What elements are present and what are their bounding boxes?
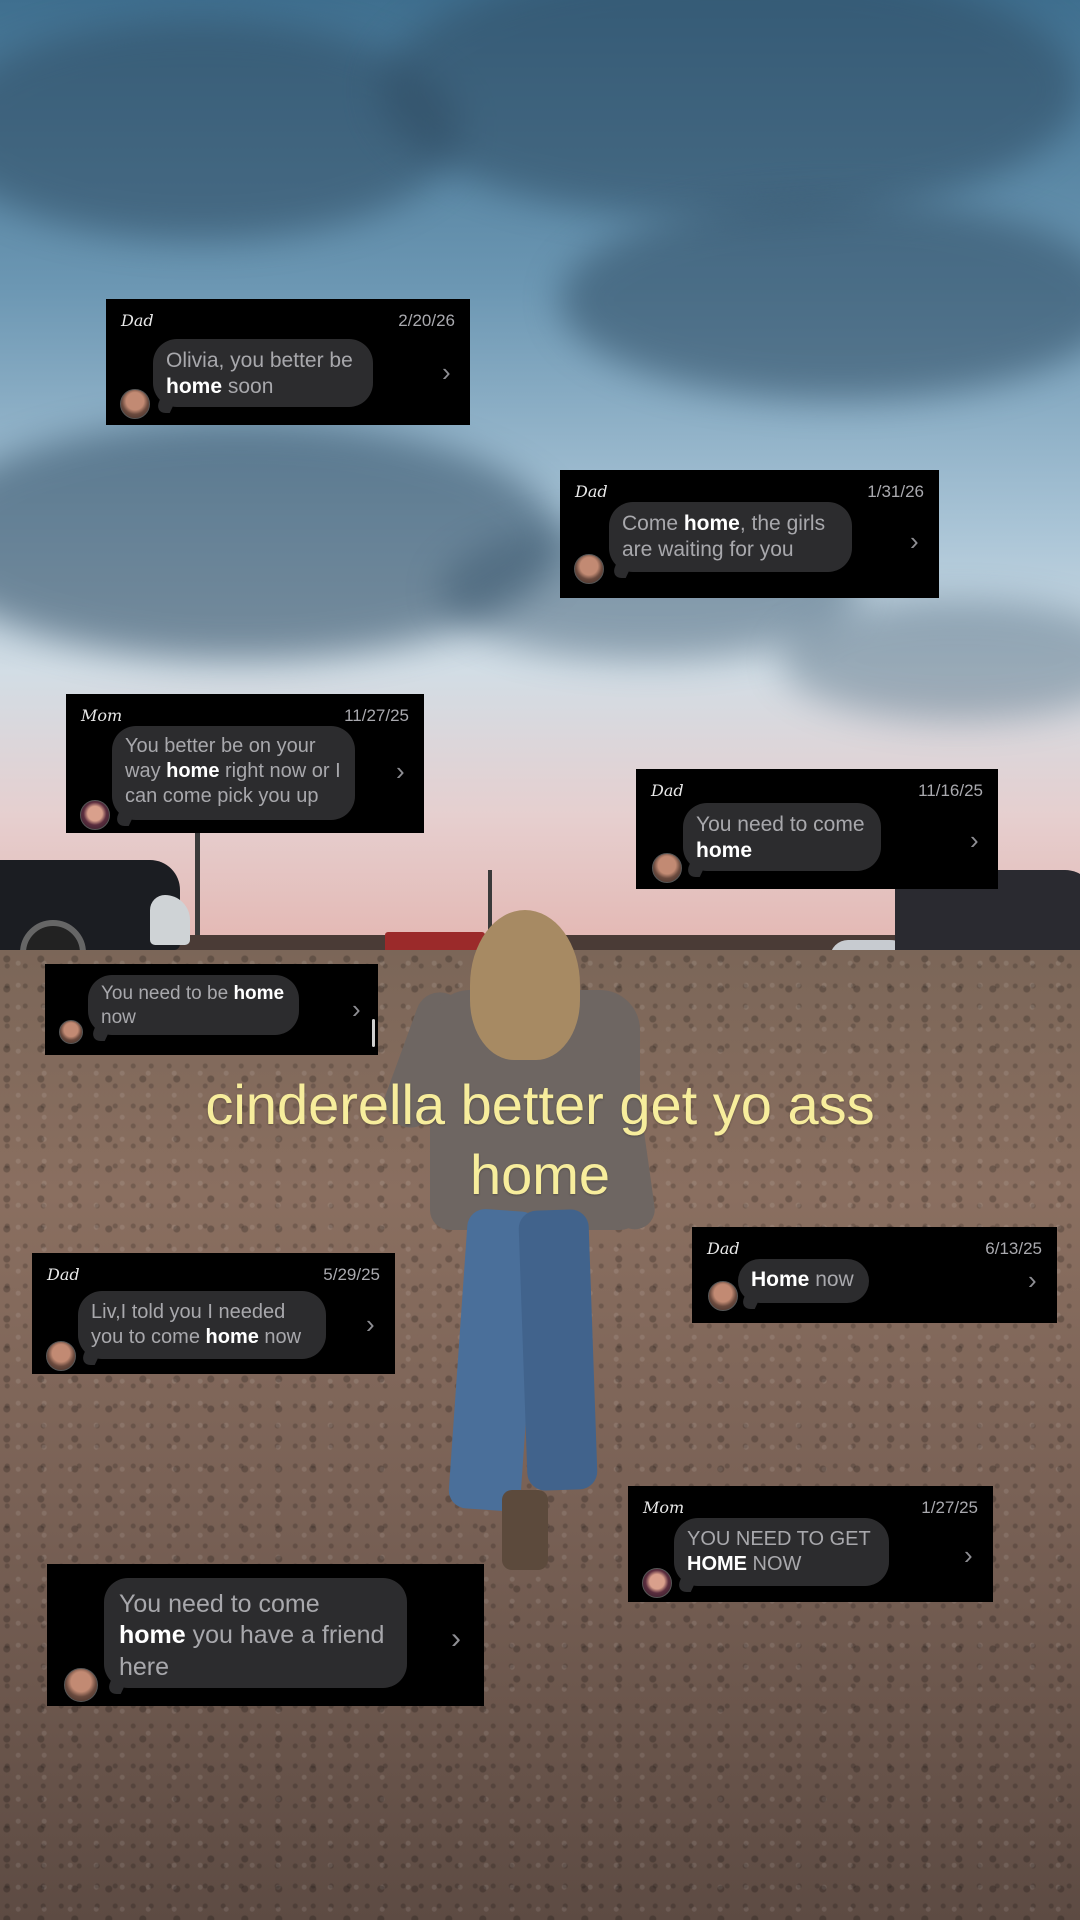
sender-name: Dad — [47, 1265, 80, 1284]
message-bubble: YOU NEED TO GET HOME NOW — [674, 1518, 889, 1586]
chevron-right-icon: › — [964, 1540, 973, 1570]
chevron-right-icon: › — [352, 994, 361, 1024]
message-bubble: Olivia, you better be home soon — [153, 339, 373, 407]
avatar — [120, 389, 150, 419]
message-bubble: You better be on your way home right now… — [112, 726, 355, 820]
message-card[interactable]: Dad 11/16/25 You need to come home › — [636, 769, 998, 889]
message-date: 11/27/25 — [344, 706, 409, 725]
avatar — [46, 1341, 76, 1371]
scroll-indicator[interactable] — [372, 1019, 375, 1047]
message-card[interactable]: Dad 1/31/26 Come home, the girls are wai… — [560, 470, 939, 598]
avatar — [642, 1568, 672, 1598]
message-date: 1/27/25 — [921, 1498, 978, 1517]
message-bubble: Liv,I told you I needed you to come home… — [78, 1291, 326, 1359]
message-date: 11/16/25 — [918, 781, 983, 800]
avatar — [64, 1668, 98, 1702]
chevron-right-icon: › — [970, 825, 979, 855]
message-date: 6/13/25 — [985, 1239, 1042, 1258]
message-card[interactable]: Dad 2/20/26 Olivia, you better be home s… — [106, 299, 470, 425]
avatar — [80, 800, 110, 830]
message-bubble: Come home, the girls are waiting for you — [609, 502, 852, 572]
message-bubble: You need to come home — [683, 803, 881, 871]
chevron-right-icon: › — [1028, 1265, 1037, 1295]
message-bubble: Home now — [738, 1259, 869, 1303]
caption-text: cinderella better get yo ass home — [205, 1073, 875, 1206]
sender-name: Dad — [707, 1239, 740, 1258]
message-date: 2/20/26 — [398, 311, 455, 330]
message-bubble: You need to be home now — [88, 975, 299, 1035]
chevron-right-icon: › — [451, 1622, 461, 1655]
avatar — [708, 1281, 738, 1311]
avatar — [652, 853, 682, 883]
message-date: 1/31/26 — [867, 482, 924, 501]
chevron-right-icon: › — [442, 357, 451, 387]
sender-name: Mom — [81, 706, 123, 725]
chevron-right-icon: › — [910, 526, 919, 556]
message-card[interactable]: Mom 11/27/25 You better be on your way h… — [66, 694, 424, 833]
message-card[interactable]: Mom 1/27/25 YOU NEED TO GET HOME NOW › — [628, 1486, 993, 1602]
chevron-right-icon: › — [396, 756, 405, 786]
message-date: 5/29/25 — [323, 1265, 380, 1284]
sender-name: Dad — [651, 781, 684, 800]
avatar — [59, 1020, 83, 1044]
message-card[interactable]: You need to come home you have a friend … — [47, 1564, 484, 1706]
sender-name: Dad — [121, 311, 154, 330]
utility-pole — [195, 820, 200, 950]
message-card[interactable]: Dad 5/29/25 Liv,I told you I needed you … — [32, 1253, 395, 1374]
message-card[interactable]: You need to be home now › — [45, 964, 378, 1055]
message-card[interactable]: Dad 6/13/25 Home now › — [692, 1227, 1057, 1323]
avatar — [574, 554, 604, 584]
message-bubble: You need to come home you have a friend … — [104, 1578, 407, 1688]
chevron-right-icon: › — [366, 1309, 375, 1339]
sender-name: Dad — [575, 482, 608, 501]
sender-name: Mom — [643, 1498, 685, 1517]
